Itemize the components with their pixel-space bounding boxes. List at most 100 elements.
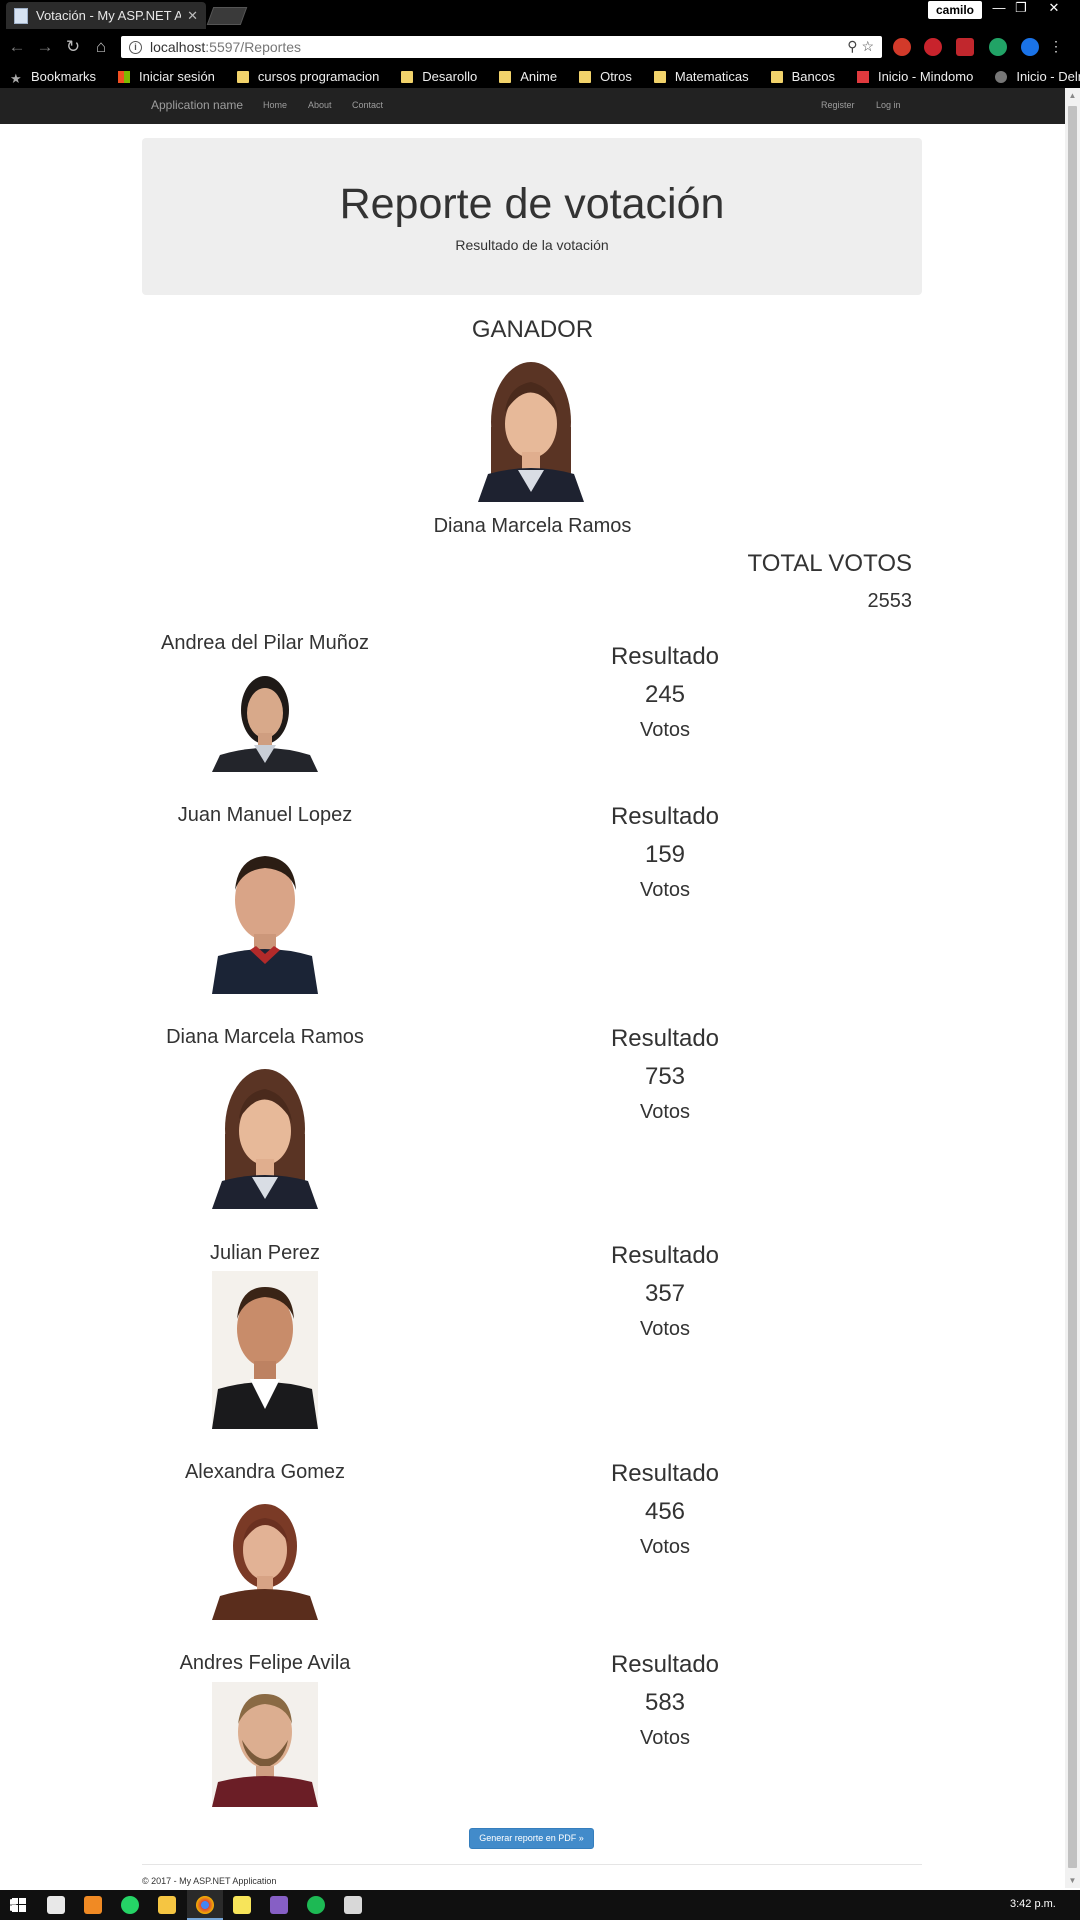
vote-count: 456 <box>644 1498 686 1525</box>
url-host: localhost <box>150 39 206 55</box>
sticky-notes-icon[interactable] <box>233 1896 251 1914</box>
winner-heading: GANADOR <box>471 316 594 343</box>
profile-button[interactable]: camilo <box>928 1 983 19</box>
extension-icon[interactable] <box>893 38 911 56</box>
nav-about[interactable]: About <box>308 100 332 110</box>
windows-taskbar: 3:42 p.m. <box>0 1890 1080 1920</box>
reload-icon[interactable]: ↻ <box>63 37 83 57</box>
candidate-photo <box>212 1059 318 1209</box>
minimize-icon[interactable]: — <box>988 0 1010 18</box>
site-navbar: Application name Home About Contact Regi… <box>0 88 1065 124</box>
navbar-brand[interactable]: Application name <box>151 98 243 112</box>
tab-title: Votación - My ASP.NET A <box>36 8 182 23</box>
page-scrollbar[interactable]: ▲ ▼ <box>1065 88 1080 1888</box>
extension-icon[interactable] <box>956 38 974 56</box>
votes-label: Votos <box>639 1536 691 1558</box>
vote-count: 159 <box>644 841 686 868</box>
pinterest-icon[interactable] <box>924 38 942 56</box>
result-label: Resultado <box>610 1025 720 1052</box>
nav-contact[interactable]: Contact <box>352 100 383 110</box>
candidate-name: Alexandra Gomez <box>184 1461 346 1483</box>
file-explorer-icon[interactable] <box>158 1896 176 1914</box>
close-window-icon[interactable]: ✕ <box>1043 0 1065 18</box>
browser-tab-strip: Votación - My ASP.NET A ✕ camilo — ❐ ✕ <box>0 0 1080 29</box>
address-bar[interactable]: i localhost:5597/Reportes ⚲ ☆ <box>121 36 882 58</box>
whatsapp-icon[interactable] <box>121 1896 139 1914</box>
extension-icon[interactable] <box>1021 38 1039 56</box>
nav-login[interactable]: Log in <box>876 100 901 110</box>
jumbotron: Reporte de votación Resultado de la vota… <box>142 138 922 295</box>
bookmark-folder[interactable]: Otros <box>579 69 632 84</box>
scroll-up-icon[interactable]: ▲ <box>1065 88 1080 103</box>
candidate-name: Diana Marcela Ramos <box>166 1026 364 1048</box>
vote-count: 357 <box>644 1280 686 1307</box>
folder-icon <box>653 70 666 83</box>
total-votes-heading: TOTAL VOTOS <box>747 550 912 577</box>
store-icon[interactable] <box>47 1896 65 1914</box>
votes-label: Votos <box>639 719 691 741</box>
taskbar-clock[interactable]: 3:42 p.m. <box>1010 1898 1056 1910</box>
winner-name: Diana Marcela Ramos <box>433 515 632 537</box>
candidate-photo <box>212 1271 318 1429</box>
bookmark-item[interactable]: Iniciar sesión <box>118 69 215 84</box>
folder-icon <box>499 70 512 83</box>
bookmark-folder[interactable]: Anime <box>499 69 557 84</box>
bookmark-item[interactable]: ★ Bookmarks <box>10 69 96 86</box>
close-tab-icon[interactable]: ✕ <box>187 8 198 24</box>
chrome-icon[interactable] <box>196 1896 214 1914</box>
star-icon: ★ <box>10 70 22 86</box>
folder-icon <box>770 70 783 83</box>
bookmark-item[interactable]: Inicio - Mindomo <box>856 69 973 84</box>
visual-studio-icon[interactable] <box>270 1896 288 1914</box>
candidate-photo <box>212 1494 318 1620</box>
forward-icon[interactable]: → <box>35 37 55 57</box>
winner-photo <box>478 352 584 502</box>
result-label: Resultado <box>610 1460 720 1487</box>
scroll-thumb[interactable] <box>1068 106 1077 1868</box>
candidate-result: Resultado 456 Votos <box>565 1460 765 1559</box>
extension-icon[interactable] <box>989 38 1007 56</box>
candidate-result: Resultado 245 Votos <box>565 643 765 742</box>
bookmark-item[interactable]: Inicio - Delrey Vaping <box>995 69 1080 84</box>
folder-icon <box>401 70 414 83</box>
result-label: Resultado <box>610 643 720 670</box>
bookmark-folder[interactable]: cursos programacion <box>236 69 379 84</box>
candidate-name: Andrea del Pilar Muñoz <box>161 632 369 654</box>
votes-label: Votos <box>639 1318 691 1340</box>
menu-icon[interactable]: ⋮ <box>1046 38 1066 58</box>
new-tab-button[interactable] <box>206 7 248 25</box>
bookmark-folder[interactable]: Desarollo <box>401 69 477 84</box>
vote-count: 753 <box>644 1063 686 1090</box>
result-label: Resultado <box>610 1242 720 1269</box>
bookmark-folder[interactable]: Bancos <box>770 69 835 84</box>
bookmarks-bar: ★ Bookmarks Iniciar sesión cursos program… <box>0 65 1080 88</box>
scroll-down-icon[interactable]: ▼ <box>1065 1873 1080 1888</box>
windows-logo-icon <box>12 1898 26 1912</box>
restore-icon[interactable]: ❐ <box>1010 0 1032 18</box>
votes-label: Votos <box>639 879 691 901</box>
calculator-icon[interactable] <box>344 1896 362 1914</box>
vote-count: 583 <box>644 1689 686 1716</box>
microsoft-icon <box>118 70 131 83</box>
page-title: Reporte de votación <box>339 180 725 228</box>
generate-pdf-button[interactable]: Generar reporte en PDF » <box>469 1828 594 1849</box>
footer-text: © 2017 - My ASP.NET Application <box>142 1876 277 1886</box>
sublime-icon[interactable] <box>84 1896 102 1914</box>
mindomo-icon <box>856 70 869 83</box>
candidate-photo <box>212 1682 318 1807</box>
vote-count: 245 <box>644 681 686 708</box>
browser-tab[interactable]: Votación - My ASP.NET A ✕ <box>6 2 206 29</box>
bookmark-folder[interactable]: Matematicas <box>653 69 749 84</box>
total-votes-value: 2553 <box>867 590 913 612</box>
back-icon[interactable]: ← <box>7 37 27 57</box>
folder-icon <box>236 70 249 83</box>
nav-home[interactable]: Home <box>263 100 287 110</box>
site-icon <box>995 70 1008 83</box>
home-icon[interactable]: ⌂ <box>91 37 111 57</box>
spotify-icon[interactable] <box>307 1896 325 1914</box>
nav-register[interactable]: Register <box>821 100 855 110</box>
page-icon <box>14 7 28 24</box>
candidate-photo <box>212 665 318 772</box>
info-icon[interactable]: i <box>129 40 142 54</box>
zoom-star-icons[interactable]: ⚲ ☆ <box>847 38 874 55</box>
